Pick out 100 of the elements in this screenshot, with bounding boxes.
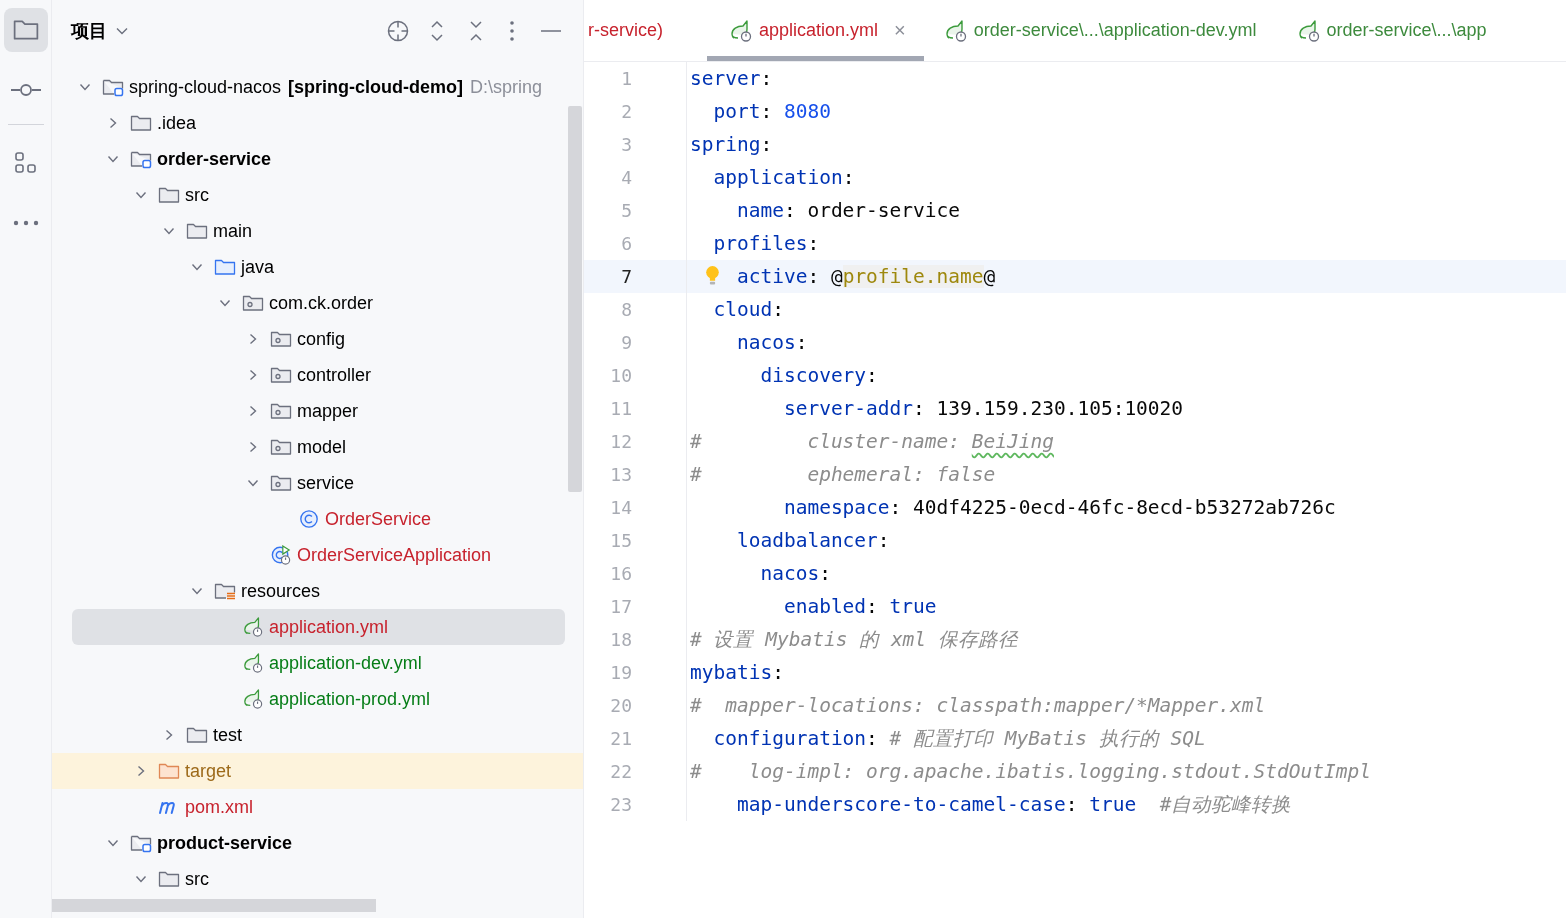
package-folder-icon: [270, 329, 292, 349]
tree-item[interactable]: application.yml: [72, 609, 565, 645]
tree-item[interactable]: order-service: [72, 141, 583, 177]
tree-item[interactable]: target: [52, 753, 583, 789]
tree-item[interactable]: model: [72, 429, 583, 465]
tree-item[interactable]: resources: [72, 573, 583, 609]
vertical-scrollbar[interactable]: [568, 106, 582, 492]
project-tool-button[interactable]: [3, 8, 48, 52]
line-number: 8: [620, 299, 632, 320]
runnable-class-icon: [270, 545, 292, 565]
package-folder-icon: [270, 365, 292, 385]
code-line: nacos:: [759, 562, 831, 585]
line-number: 5: [620, 200, 632, 221]
tree-item[interactable]: spring-cloud-nacos [spring-cloud-demo] D:\spring: [72, 69, 583, 105]
package-folder-icon: [270, 437, 292, 457]
code-line: loadbalancer:: [735, 529, 890, 552]
code-line: discovery:: [759, 364, 878, 387]
line-number: 11: [609, 398, 632, 419]
code-line: active: @profile.name@: [735, 265, 996, 288]
line-number: 21: [609, 728, 632, 749]
line-number: 7: [620, 266, 632, 287]
code-line: configuration: # 配置打印 MyBatis 执行的 SQL: [712, 726, 1206, 752]
line-number: 3: [620, 134, 632, 155]
code-line: # 设置 Mybatis 的 xml 保存路径: [690, 627, 1018, 653]
leaf-icon: [729, 19, 753, 42]
kebab-menu-icon[interactable]: [508, 19, 516, 43]
code-line: profiles:: [712, 232, 820, 255]
line-number: 6: [620, 233, 632, 254]
tree-item[interactable]: test: [72, 717, 583, 753]
code-line: # mapper-locations: classpath:mapper/*Mapper.xml: [690, 694, 1266, 717]
code-line: port: 8080: [712, 100, 831, 123]
tree-item[interactable]: mapper: [72, 393, 583, 429]
crosshair-icon[interactable]: [386, 19, 410, 43]
folder-icon: [158, 185, 180, 205]
tree-item[interactable]: .idea: [72, 105, 583, 141]
line-number: 2: [620, 101, 632, 122]
leaf-icon: [242, 689, 264, 709]
resources-folder-icon: [214, 581, 236, 601]
line-number: 16: [609, 563, 632, 584]
horizontal-scrollbar[interactable]: [52, 899, 376, 912]
tree-item[interactable]: src: [72, 177, 583, 213]
code-line: map-underscore-to-camel-case: true #自动驼峰转换: [735, 792, 1292, 818]
code-line: # ephemeral: false: [690, 463, 996, 486]
line-number: 9: [620, 332, 632, 353]
line-number: 23: [609, 794, 632, 815]
code-line: nacos:: [735, 331, 808, 354]
tree-item[interactable]: pom.xml: [72, 789, 583, 825]
tree-item[interactable]: main: [72, 213, 583, 249]
folder-icon: [12, 19, 39, 41]
line-number: 4: [620, 167, 632, 188]
tree-item[interactable]: controller: [72, 357, 583, 393]
editor-tab[interactable]: order-service\...\app: [1276, 0, 1507, 61]
tree-item[interactable]: product-service: [72, 825, 583, 861]
class-icon: [298, 509, 320, 529]
folder-icon: [186, 725, 208, 745]
code-line: application:: [712, 166, 855, 189]
code-line: # cluster-name: BeiJing: [690, 430, 1054, 453]
code-line: # log-impl: org.apache.ibatis.logging.stdout.StdOutImpl: [690, 760, 1371, 783]
line-number: 10: [609, 365, 632, 386]
editor-tab[interactable]: r-service): [584, 0, 707, 61]
folder-icon: [214, 257, 236, 277]
code-line: namespace: 40df4225-0ecd-46fc-8ecd-b53272ab726c: [782, 496, 1336, 519]
line-number: 19: [609, 662, 632, 683]
package-folder-icon: [242, 293, 264, 313]
leaf-icon: [242, 617, 264, 637]
tree-item[interactable]: service: [72, 465, 583, 501]
tree-item[interactable]: src: [72, 861, 583, 897]
tree-item[interactable]: java: [72, 249, 583, 285]
tree-item[interactable]: application-dev.yml: [72, 645, 583, 681]
module-folder-icon: [130, 833, 152, 853]
code-line: server-addr: 139.159.230.105:10020: [782, 397, 1184, 420]
code-line: spring:: [690, 133, 773, 156]
leaf-icon: [1296, 19, 1321, 42]
structure-icon: [13, 151, 38, 175]
tree-item[interactable]: OrderService: [72, 501, 583, 537]
tree-item[interactable]: config: [72, 321, 583, 357]
package-folder-icon: [270, 401, 292, 421]
folder-icon: [130, 113, 152, 133]
line-number: 22: [609, 761, 632, 782]
line-number: 13: [609, 464, 632, 485]
leaf-icon: [943, 19, 968, 42]
code-line: mybatis:: [690, 661, 784, 684]
module-folder-icon: [102, 77, 124, 97]
code-line: enabled: true: [782, 595, 937, 618]
editor-tab[interactable]: application.yml ×: [707, 0, 924, 61]
tree-item[interactable]: application-prod.yml: [72, 681, 583, 717]
editor-tab[interactable]: order-service\...\application-dev.yml: [923, 0, 1277, 61]
package-folder-icon: [270, 473, 292, 493]
panel-title[interactable]: 项目: [71, 19, 107, 43]
leaf-icon: [242, 653, 264, 673]
code-line: name: order-service: [735, 199, 961, 222]
line-number: 17: [609, 596, 632, 617]
line-number: 14: [609, 497, 632, 518]
line-number: 1: [620, 68, 632, 89]
tree-item[interactable]: OrderServiceApplication: [72, 537, 583, 573]
code-line: cloud:: [712, 298, 784, 321]
folder-icon: [158, 761, 180, 781]
line-number: 12: [609, 431, 632, 452]
line-number: 18: [609, 629, 632, 650]
tree-item[interactable]: com.ck.order: [72, 285, 583, 321]
